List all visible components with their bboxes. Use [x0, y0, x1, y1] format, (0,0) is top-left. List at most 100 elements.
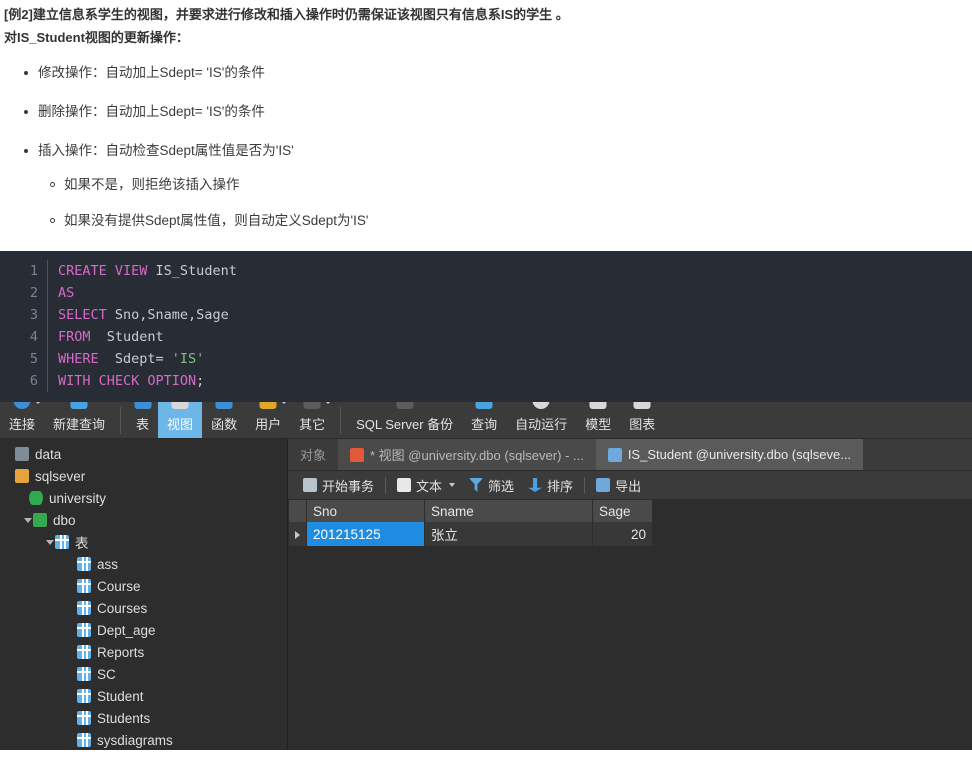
list-item-label: 删除操作：自动加上Sdept= 'IS'的条件: [38, 104, 265, 119]
tree-item-sqlsever[interactable]: sqlsever: [0, 465, 287, 487]
toolbar-button-1[interactable]: 连接: [0, 402, 44, 438]
code-line-number: 2: [29, 285, 38, 301]
grid-toolbar-export[interactable]: 导出: [589, 476, 648, 495]
toolbar-button-8[interactable]: SQL Server 备份: [347, 402, 462, 438]
filter-icon: [469, 478, 484, 492]
column-header-sname[interactable]: Sname: [424, 500, 593, 522]
tree-item-sc[interactable]: SC: [0, 663, 287, 685]
toolbar-button-5[interactable]: 函数: [202, 402, 246, 438]
table-icon: [77, 623, 91, 637]
grid-toolbar-filter[interactable]: 筛选: [462, 476, 521, 495]
tree-item-student[interactable]: Student: [0, 685, 287, 707]
tree-item-label: Student: [97, 688, 144, 704]
tree-item-university[interactable]: university: [0, 487, 287, 509]
toolbar-button-2[interactable]: 新建查询: [44, 402, 114, 438]
connect-icon: [13, 402, 31, 409]
tree-item-label: Dept_age: [97, 622, 156, 638]
code-line-text: FROM Student: [47, 326, 164, 348]
toolbar-button-6[interactable]: 用户: [246, 402, 290, 438]
table-cell[interactable]: 20: [592, 522, 653, 546]
database-icon: [29, 491, 43, 505]
backup-icon: [396, 402, 414, 409]
chevron-down-icon[interactable]: [34, 402, 43, 404]
tree-item-sysdiagrams[interactable]: sysdiagrams: [0, 729, 287, 750]
query-icon: [475, 402, 493, 409]
tree-item-students[interactable]: Students: [0, 707, 287, 729]
code-token: AS: [58, 285, 75, 301]
view-designer-icon: [350, 447, 365, 462]
sub-list: 如果不是，则拒绝该插入操作 如果没有提供Sdept属性值，则自动定义Sdept为'…: [38, 176, 972, 230]
grid-toolbar-label: 文本: [416, 478, 443, 494]
chevron-down-icon[interactable]: [449, 483, 456, 487]
code-line-number: 6: [29, 373, 38, 389]
table-icon: [134, 402, 152, 409]
grid-toolbar-label: 筛选: [488, 478, 515, 494]
bullet-hollow-icon: [50, 182, 55, 187]
table-row[interactable]: 201215125 张立 20: [289, 522, 653, 546]
grid-toolbar-sort[interactable]: 排序: [521, 476, 580, 495]
view-icon: [171, 402, 189, 409]
code-token: SELECT: [58, 307, 115, 323]
tree-item-label: Courses: [97, 600, 148, 616]
toolbar-button-11[interactable]: 模型: [576, 402, 620, 438]
object-tree-sidebar[interactable]: data sqlsever university dbo 表 ass Course Cours…: [0, 439, 288, 750]
table-cell[interactable]: 张立: [424, 522, 593, 546]
chevron-down-icon[interactable]: [324, 402, 333, 404]
tree-item-ass[interactable]: ass: [0, 553, 287, 575]
tab-1[interactable]: 对象: [288, 439, 338, 470]
chevron-down-icon[interactable]: [280, 402, 289, 404]
grid-toolbar: 开始事务 文本 筛选 排序 导出: [288, 471, 972, 500]
toolbar-button-label: 自动运行: [515, 417, 568, 432]
bullet-icon: [24, 110, 28, 114]
tree-item-label: SC: [97, 666, 116, 682]
grid-toolbar-begin-transaction[interactable]: 开始事务: [296, 476, 381, 495]
grid-body[interactable]: 201215125 张立 20: [289, 522, 653, 546]
tree-item-label: sqlsever: [35, 468, 86, 484]
toolbar-button-label: 图表: [629, 417, 656, 432]
code-token: Sdept=: [98, 351, 172, 367]
tree-item-label: university: [49, 490, 107, 506]
tree-item-courses[interactable]: Courses: [0, 597, 287, 619]
tab-2[interactable]: * 视图 @university.dbo (sqlsever) - ...: [338, 439, 596, 470]
toolbar-button-3[interactable]: 表: [127, 402, 158, 438]
sub-list-item: 如果没有提供Sdept属性值，则自动定义Sdept为'IS': [38, 212, 972, 230]
tree-item-label: Reports: [97, 644, 145, 660]
result-grid[interactable]: Sno Sname Sage 201215125 张立 20: [289, 500, 653, 546]
code-token: Student: [90, 329, 164, 345]
code-token: ;: [196, 373, 205, 389]
toolbar-button-label: 模型: [585, 417, 612, 432]
tree-item-dbo[interactable]: dbo: [0, 509, 287, 531]
tree-item--[interactable]: 表: [0, 531, 287, 553]
tab-bar: 对象 * 视图 @university.dbo (sqlsever) - ... I…: [288, 439, 972, 471]
toolbar-separator: [120, 407, 122, 434]
tab-label: * 视图 @university.dbo (sqlsever) - ...: [370, 448, 584, 463]
table-cell[interactable]: 201215125: [306, 522, 425, 546]
toolbar-button-4[interactable]: 视图: [158, 402, 203, 438]
toolbar-button-7[interactable]: 其它: [290, 402, 334, 438]
tab-3[interactable]: IS_Student @university.dbo (sqlseve...: [595, 439, 864, 470]
tree-item-data[interactable]: data: [0, 443, 287, 465]
export-icon: [596, 478, 611, 492]
result-grid-wrapper[interactable]: Sno Sname Sage 201215125 张立 20: [288, 500, 972, 750]
column-header-sage[interactable]: Sage: [592, 500, 653, 522]
expand-arrow-icon[interactable]: [22, 517, 33, 523]
toolbar-button-label: 表: [136, 417, 150, 432]
code-line: 1 CREATE VIEW IS_Student: [0, 260, 972, 282]
code-line: 4 FROM Student: [0, 326, 972, 348]
code-token: 'IS': [171, 351, 205, 367]
tree-item-course[interactable]: Course: [0, 575, 287, 597]
toolbar-button-label: 查询: [471, 417, 498, 432]
tree-item-dept-age[interactable]: Dept_age: [0, 619, 287, 641]
toolbar-button-label: 新建查询: [53, 417, 106, 432]
expand-arrow-icon[interactable]: [44, 539, 55, 545]
column-header-sno[interactable]: Sno: [306, 500, 425, 522]
grid-toolbar-text[interactable]: 文本: [390, 476, 462, 495]
sub-list-item-label: 如果没有提供Sdept属性值，则自动定义Sdept为'IS': [64, 213, 369, 228]
toolbar-button-10[interactable]: 自动运行: [506, 402, 576, 438]
toolbar-button-label: 连接: [9, 417, 36, 432]
code-line-text: SELECT Sno,Sname,Sage: [47, 304, 229, 326]
tree-item-reports[interactable]: Reports: [0, 641, 287, 663]
toolbar-button-9[interactable]: 查询: [462, 402, 506, 438]
toolbar-button-12[interactable]: 图表: [620, 402, 664, 438]
navicat-window: 连接 新建查询表视图 函数 用户 其它 SQL Server 备份 查询 自动运行 模型 图表 d…: [0, 402, 972, 750]
